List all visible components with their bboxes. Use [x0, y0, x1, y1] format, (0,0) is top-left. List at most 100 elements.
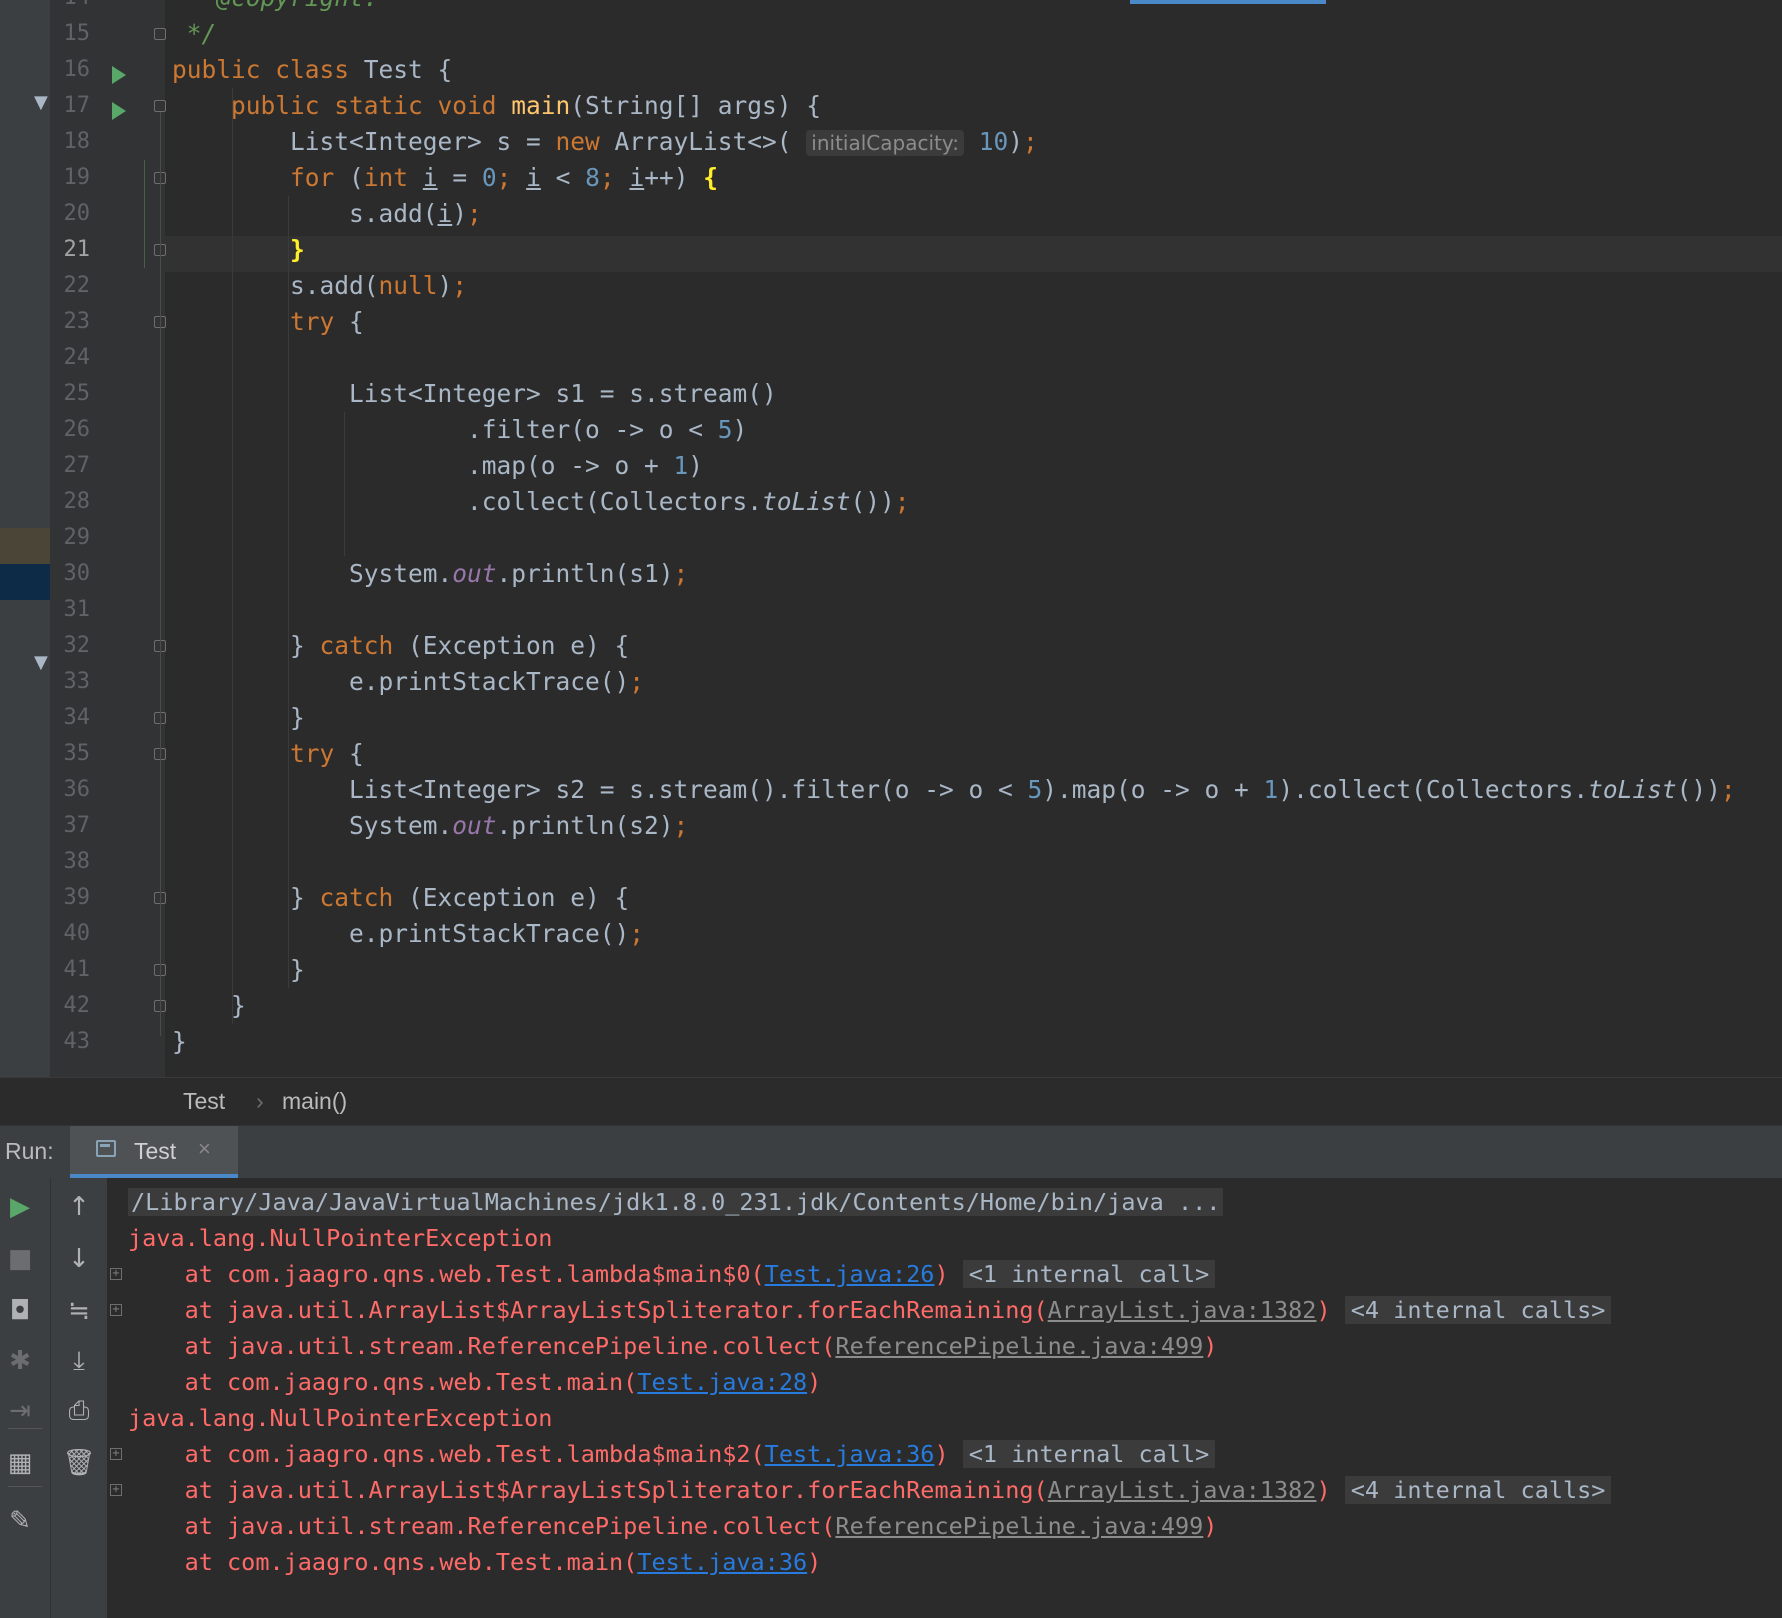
- code-editor[interactable]: ▼ ▼ * @copyright: */public class Test { …: [0, 0, 1782, 1077]
- line-number: 37: [63, 813, 91, 838]
- scroll-up-icon[interactable]: ↑: [59, 1192, 99, 1222]
- code-line[interactable]: for (int i = 0; i < 8; i++) {: [172, 160, 718, 196]
- code-line[interactable]: * @copyright:: [172, 0, 379, 16]
- soft-wrap-icon[interactable]: ≒: [59, 1296, 99, 1326]
- expand-icon[interactable]: +: [110, 1484, 122, 1496]
- code-line[interactable]: e.printStackTrace();: [172, 916, 644, 952]
- expand-icon[interactable]: +: [110, 1268, 122, 1280]
- indent-guide: [232, 88, 233, 1024]
- fold-icon[interactable]: [154, 28, 166, 40]
- camera-icon[interactable]: ◘: [0, 1296, 40, 1326]
- fold-range-line: [160, 184, 161, 244]
- line-number: 15: [63, 21, 91, 46]
- scroll-to-end-icon[interactable]: ⤓: [59, 1346, 99, 1376]
- expand-icon[interactable]: +: [110, 1304, 122, 1316]
- code-line[interactable]: List<Integer> s1 = s.stream(): [172, 376, 777, 412]
- code-line[interactable]: List<Integer> s2 = s.stream().filter(o -…: [172, 772, 1736, 808]
- layout-icon[interactable]: ▦: [0, 1448, 40, 1478]
- line-number: 18: [63, 129, 91, 154]
- fold-icon[interactable]: [154, 100, 166, 112]
- toolbar-separator: [8, 1486, 42, 1487]
- console-icon: [96, 1140, 116, 1157]
- console-line[interactable]: at com.jaagro.qns.web.Test.lambda$main$2…: [128, 1436, 1216, 1472]
- console-line[interactable]: java.lang.NullPointerException: [128, 1400, 552, 1436]
- line-number: 32: [63, 633, 91, 658]
- console-line[interactable]: at com.jaagro.qns.web.Test.main(Test.jav…: [128, 1364, 822, 1400]
- clear-icon[interactable]: 🗑: [59, 1448, 99, 1478]
- console-line[interactable]: at java.util.stream.ReferencePipeline.co…: [128, 1328, 1218, 1364]
- code-line[interactable]: } catch (Exception e) {: [172, 628, 629, 664]
- console-line[interactable]: java.lang.NullPointerException: [128, 1220, 552, 1256]
- horizontal-scroll-thumb[interactable]: [1130, 0, 1326, 4]
- login-icon[interactable]: ⇥: [0, 1396, 40, 1426]
- code-line[interactable]: try {: [172, 736, 364, 772]
- debug-settings-icon[interactable]: ✱: [0, 1346, 40, 1376]
- breadcrumb: Test › main(): [0, 1077, 1782, 1126]
- breadcrumb-separator: ›: [256, 1088, 264, 1114]
- vcs-change-marker: [144, 160, 145, 268]
- code-line[interactable]: public class Test {: [172, 52, 452, 88]
- code-line[interactable]: public static void main(String[] args) {: [172, 88, 821, 124]
- line-number: 25: [63, 381, 91, 406]
- code-line[interactable]: }: [172, 952, 305, 988]
- breadcrumb-method[interactable]: main(): [282, 1088, 347, 1115]
- expand-icon[interactable]: +: [110, 1448, 122, 1460]
- run-main-icon[interactable]: [112, 102, 126, 120]
- line-number: 20: [63, 201, 91, 226]
- run-class-icon[interactable]: [112, 66, 126, 84]
- run-tab-test[interactable]: Test ×: [70, 1126, 238, 1178]
- print-icon[interactable]: ⎙: [59, 1396, 99, 1426]
- run-toolbar-primary: ▶ ■ ◘ ✱ ⇥ ▦ ✎: [0, 1178, 50, 1618]
- line-number: 42: [63, 993, 91, 1018]
- code-line[interactable]: .filter(o -> o < 5): [172, 412, 747, 448]
- console-line[interactable]: /Library/Java/JavaVirtualMachines/jdk1.8…: [128, 1184, 1224, 1220]
- fold-range-line: [160, 112, 161, 1036]
- code-line[interactable]: }: [172, 232, 305, 268]
- code-line[interactable]: s.add(null);: [172, 268, 467, 304]
- stop-icon[interactable]: ■: [0, 1244, 40, 1274]
- current-line-highlight: [165, 236, 1782, 272]
- code-line[interactable]: .map(o -> o + 1): [172, 448, 703, 484]
- code-line[interactable]: try {: [172, 304, 364, 340]
- code-line[interactable]: }: [172, 700, 305, 736]
- code-line[interactable]: System.out.println(s1);: [172, 556, 688, 592]
- console-line[interactable]: at com.jaagro.qns.web.Test.lambda$main$0…: [128, 1256, 1216, 1292]
- code-line[interactable]: } catch (Exception e) {: [172, 880, 629, 916]
- scroll-down-icon[interactable]: ↓: [59, 1244, 99, 1274]
- code-line[interactable]: }: [172, 988, 246, 1024]
- marker-selection: [0, 564, 50, 600]
- line-number: 22: [63, 273, 91, 298]
- line-number: 40: [63, 921, 91, 946]
- toolbar-separator: [8, 1428, 42, 1429]
- run-label: Run:: [5, 1138, 54, 1164]
- rerun-icon[interactable]: ▶: [0, 1192, 40, 1222]
- breadcrumb-class[interactable]: Test: [183, 1088, 225, 1115]
- code-line[interactable]: e.printStackTrace();: [172, 664, 644, 700]
- pin-icon[interactable]: ✎: [0, 1506, 40, 1536]
- run-tool-window-header: Run: Test ×: [0, 1125, 1782, 1179]
- close-icon[interactable]: ×: [198, 1136, 211, 1162]
- line-number: 39: [63, 885, 91, 910]
- line-number: 27: [63, 453, 91, 478]
- code-line[interactable]: List<Integer> s = new ArrayList<>( initi…: [172, 124, 1038, 160]
- collapse-triangle-icon[interactable]: ▼: [34, 652, 48, 673]
- code-line[interactable]: s.add(i);: [172, 196, 482, 232]
- console-line[interactable]: at java.util.stream.ReferencePipeline.co…: [128, 1508, 1218, 1544]
- code-line[interactable]: }: [172, 1024, 187, 1060]
- code-line[interactable]: System.out.println(s2);: [172, 808, 688, 844]
- line-number: 36: [63, 777, 91, 802]
- line-number: 24: [63, 345, 91, 370]
- code-line[interactable]: .collect(Collectors.toList());: [172, 484, 910, 520]
- console-line[interactable]: at java.util.ArrayList$ArrayListSplitera…: [128, 1472, 1612, 1508]
- console-line[interactable]: at com.jaagro.qns.web.Test.main(Test.jav…: [128, 1544, 822, 1580]
- line-number: 21: [63, 237, 91, 262]
- collapse-triangle-icon[interactable]: ▼: [34, 92, 48, 113]
- code-line[interactable]: */: [172, 16, 217, 52]
- line-number: 35: [63, 741, 91, 766]
- line-number: 26: [63, 417, 91, 442]
- console-line[interactable]: at java.util.ArrayList$ArrayListSplitera…: [128, 1292, 1612, 1328]
- line-number: 43: [63, 1029, 91, 1054]
- line-number: 29: [63, 525, 91, 550]
- indent-guide: [344, 412, 345, 556]
- line-number: 17: [63, 93, 91, 118]
